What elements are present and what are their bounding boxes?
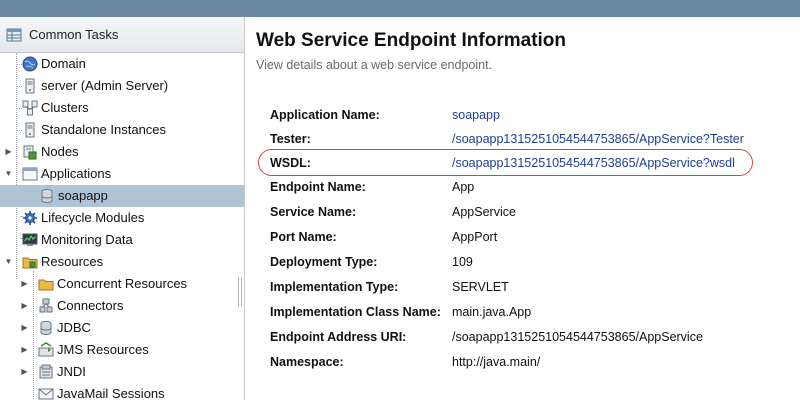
- nodes-icon: [22, 144, 38, 160]
- sidebar-item-label: Applications: [41, 166, 112, 181]
- sidebar-item-label: Resources: [41, 254, 104, 269]
- property-label: Port Name:: [270, 230, 337, 244]
- sidebar-item-jdbc[interactable]: ▶ JDBC: [0, 317, 244, 339]
- sidebar-item-concurrent-resources[interactable]: ▶ Concurrent Resources: [0, 273, 244, 295]
- sidebar-item-soapapp[interactable]: soapapp: [0, 185, 244, 207]
- sidebar-item-label: Nodes: [41, 144, 79, 159]
- table-icon: [6, 27, 22, 43]
- database-icon: [39, 188, 55, 204]
- property-value: main.java.App: [452, 305, 532, 319]
- navigation-tree: Common Tasks Domain server (Admin Server…: [0, 17, 245, 400]
- expand-arrow-icon[interactable]: ▶: [20, 317, 29, 339]
- property-label: Deployment Type:: [270, 255, 378, 269]
- property-row-application-name: Application Name: soapapp: [270, 103, 790, 127]
- sidebar-item-domain[interactable]: Domain: [0, 53, 244, 75]
- server-icon: [22, 122, 38, 138]
- main-content: Web Service Endpoint Information View de…: [246, 17, 800, 400]
- property-label: Service Name:: [270, 205, 357, 219]
- expand-arrow-icon[interactable]: ▶: [20, 339, 29, 361]
- connector-icon: [38, 298, 54, 314]
- sidebar-item-label: Standalone Instances: [41, 122, 167, 137]
- expand-arrow-icon[interactable]: ▶: [20, 361, 29, 383]
- property-row-endpoint-name: Endpoint Name: App: [270, 175, 790, 199]
- property-label: Implementation Class Name:: [270, 305, 441, 319]
- tester-link[interactable]: /soapapp1315251054544753865/AppService?T…: [452, 127, 744, 151]
- sidebar-item-label: Connectors: [57, 298, 124, 313]
- property-label: Namespace:: [270, 355, 344, 369]
- common-tasks-label: Common Tasks: [29, 27, 119, 42]
- gear-icon: [22, 210, 38, 226]
- sidebar-item-label: JNDI: [57, 364, 86, 379]
- property-value: SERVLET: [452, 280, 509, 294]
- window-icon: [22, 166, 38, 182]
- sidebar-item-lifecycle-modules[interactable]: Lifecycle Modules: [0, 207, 244, 229]
- mail-icon: [38, 386, 54, 400]
- property-label: Implementation Type:: [270, 280, 399, 294]
- property-row-implementation-class-name: Implementation Class Name: main.java.App: [270, 300, 790, 324]
- property-row-implementation-type: Implementation Type: SERVLET: [270, 275, 790, 299]
- sidebar-item-connectors[interactable]: ▶ Connectors: [0, 295, 244, 317]
- jndi-icon: [38, 364, 54, 380]
- sidebar-item-label: Domain: [41, 56, 86, 71]
- folder-icon: [38, 276, 54, 292]
- property-row-endpoint-address-uri: Endpoint Address URI: /soapapp1315251054…: [270, 325, 790, 349]
- sidebar-item-clusters[interactable]: Clusters: [0, 97, 244, 119]
- expand-arrow-icon[interactable]: ▶: [20, 295, 29, 317]
- application-name-link[interactable]: soapapp: [452, 103, 500, 127]
- page-description: View details about a web service endpoin…: [256, 58, 493, 72]
- sidebar-item-label: JavaMail Sessions: [57, 386, 165, 400]
- sidebar-item-label: Monitoring Data: [41, 232, 133, 247]
- expand-arrow-icon[interactable]: ▶: [20, 273, 29, 295]
- property-label: Application Name:: [270, 108, 380, 122]
- sidebar-item-label: Clusters: [41, 100, 89, 115]
- property-value: /soapapp1315251054544753865/AppService: [452, 330, 703, 344]
- sidebar-item-server[interactable]: server (Admin Server): [0, 75, 244, 97]
- collapse-arrow-icon[interactable]: ▼: [4, 251, 13, 273]
- sidebar-item-applications[interactable]: ▼ Applications: [0, 163, 244, 185]
- property-value: AppService: [452, 205, 516, 219]
- property-row-port-name: Port Name: AppPort: [270, 225, 790, 249]
- sidebar-item-label: JDBC: [57, 320, 91, 335]
- common-tasks-header[interactable]: Common Tasks: [0, 17, 244, 53]
- sidebar-item-resources[interactable]: ▼ Resources: [0, 251, 244, 273]
- property-label: Tester:: [270, 132, 311, 146]
- jms-icon: [38, 342, 54, 358]
- property-value: 109: [452, 255, 473, 269]
- property-row-service-name: Service Name: AppService: [270, 200, 790, 224]
- property-row-tester: Tester: /soapapp1315251054544753865/AppS…: [270, 127, 790, 151]
- top-banner: [0, 0, 800, 17]
- sidebar-item-nodes[interactable]: ▶ Nodes: [0, 141, 244, 163]
- server-icon: [22, 78, 38, 94]
- sidebar-item-standalone-instances[interactable]: Standalone Instances: [0, 119, 244, 141]
- sidebar-item-label: JMS Resources: [57, 342, 149, 357]
- globe-icon: [22, 56, 38, 72]
- sidebar-item-monitoring-data[interactable]: Monitoring Data: [0, 229, 244, 251]
- sidebar-item-label: server (Admin Server): [41, 78, 169, 93]
- expand-arrow-icon[interactable]: ▶: [4, 141, 13, 163]
- sidebar-item-label: soapapp: [58, 188, 108, 203]
- property-label: Endpoint Address URI:: [270, 330, 407, 344]
- page-title: Web Service Endpoint Information: [256, 30, 567, 51]
- property-row-wsdl: WSDL: /soapapp1315251054544753865/AppSer…: [270, 151, 790, 175]
- monitor-icon: [22, 232, 38, 248]
- clusters-icon: [22, 100, 38, 116]
- property-value: http://java.main/: [452, 355, 541, 369]
- property-value: App: [452, 180, 475, 194]
- resources-icon: [22, 254, 38, 270]
- sidebar-item-jms-resources[interactable]: ▶ JMS Resources: [0, 339, 244, 361]
- database-icon: [38, 320, 54, 336]
- wsdl-link[interactable]: /soapapp1315251054544753865/AppService?w…: [452, 151, 735, 175]
- property-label: WSDL:: [270, 156, 311, 170]
- property-label: Endpoint Name:: [270, 180, 366, 194]
- collapse-arrow-icon[interactable]: ▼: [4, 163, 13, 185]
- property-value: AppPort: [452, 230, 498, 244]
- sidebar-item-jndi[interactable]: ▶ JNDI: [0, 361, 244, 383]
- property-row-deployment-type: Deployment Type: 109: [270, 250, 790, 274]
- property-row-namespace: Namespace: http://java.main/: [270, 350, 790, 374]
- sidebar-item-label: Concurrent Resources: [57, 276, 188, 291]
- sidebar-item-label: Lifecycle Modules: [41, 210, 145, 225]
- sidebar-resize-handle[interactable]: [238, 277, 242, 307]
- sidebar-item-javamail-sessions[interactable]: JavaMail Sessions: [0, 383, 244, 400]
